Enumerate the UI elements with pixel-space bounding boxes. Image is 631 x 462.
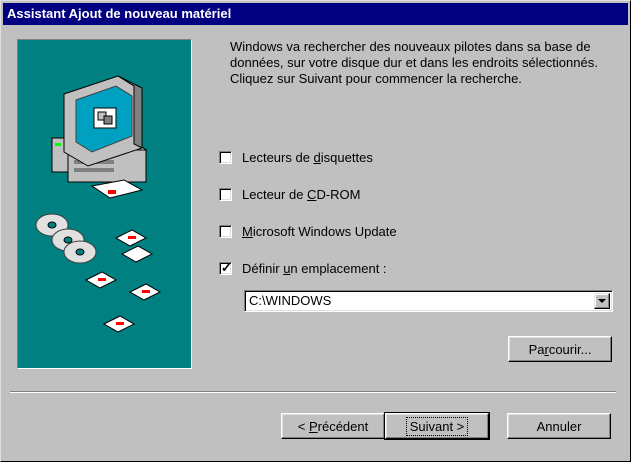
checkbox-box[interactable]	[219, 187, 232, 201]
back-button[interactable]: < Précédent	[281, 413, 385, 439]
title-bar[interactable]: Assistant Ajout de nouveau matériel	[3, 3, 628, 25]
back-button-label: < Précédent	[297, 418, 369, 434]
location-combobox[interactable]: C:\WINDOWS	[244, 290, 613, 312]
dropdown-button[interactable]	[594, 293, 610, 309]
cancel-button[interactable]: Annuler	[507, 413, 611, 439]
next-button[interactable]: Suivant >	[384, 412, 490, 440]
next-button-label: Suivant >	[405, 416, 469, 436]
checkbox-box[interactable]	[219, 150, 232, 164]
checkbox-specify-location[interactable]: ✓ Définir un emplacement :	[219, 259, 387, 277]
browse-button-label: Parcourir...	[528, 341, 592, 357]
checkbox-label: Lecteurs de disquettes	[242, 149, 373, 165]
checkbox-box[interactable]: ✓	[219, 259, 232, 275]
computer-icon	[50, 75, 148, 199]
computer-and-disks-illustration	[35, 75, 162, 333]
checkbox-label: Définir un emplacement :	[242, 260, 387, 276]
checkbox-windows-update[interactable]: Microsoft Windows Update	[219, 222, 397, 240]
location-value[interactable]: C:\WINDOWS	[249, 293, 331, 308]
separator	[10, 391, 616, 393]
browse-button[interactable]: Parcourir...	[508, 336, 612, 362]
floppy-disk-icon	[84, 229, 162, 333]
checkbox-box[interactable]	[219, 224, 232, 238]
cd-icon	[35, 213, 97, 264]
checkbox-floppy-drives[interactable]: Lecteurs de disquettes	[219, 148, 373, 166]
checkbox-cdrom-drive[interactable]: Lecteur de CD-ROM	[219, 185, 360, 203]
window-title: Assistant Ajout de nouveau matériel	[7, 6, 232, 21]
wizard-description: Windows va rechercher des nouveaux pilot…	[230, 39, 598, 86]
checkbox-label: Microsoft Windows Update	[242, 223, 397, 239]
checkbox-label: Lecteur de CD-ROM	[242, 186, 361, 202]
checkmark-icon: ✓	[221, 259, 232, 275]
cancel-button-label: Annuler	[536, 418, 582, 434]
wizard-illustration	[17, 39, 192, 369]
chevron-down-icon	[598, 299, 606, 303]
wizard-window: Assistant Ajout de nouveau matériel Wind…	[0, 0, 631, 462]
